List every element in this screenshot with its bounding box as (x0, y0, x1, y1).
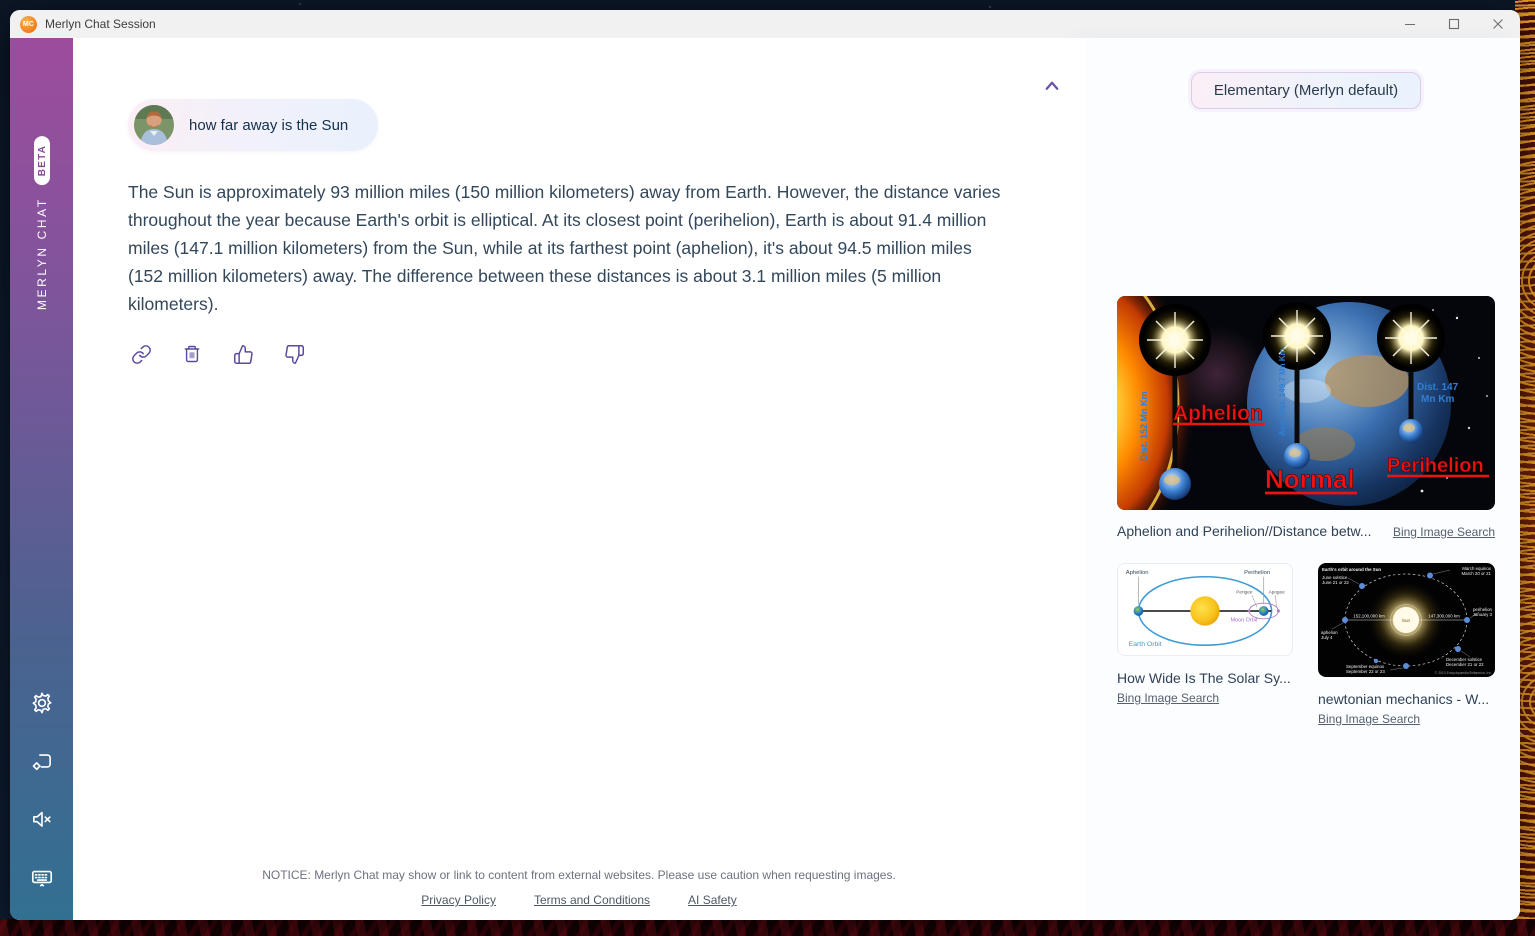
km-left-label: 152,100,000 km (1353, 614, 1385, 619)
km-right-label: 147,300,000 km (1428, 614, 1460, 619)
grade-level-button[interactable]: Elementary (Merlyn default) (1191, 72, 1421, 109)
keyboard-icon (29, 864, 55, 890)
collapse-button[interactable] (1039, 74, 1065, 96)
window-body: MERLYN CHAT BETA (10, 38, 1520, 920)
diagram-perihelion-label: Perihelion (1244, 570, 1270, 576)
march-equinox-date: March 20 or 21 (1461, 571, 1491, 576)
close-button[interactable] (1476, 10, 1520, 38)
sidebar: MERLYN CHAT BETA (10, 38, 73, 920)
speaker-muted-icon (29, 806, 55, 832)
image-column-britannica: Earth's orbit around the Sun March equin… (1318, 563, 1495, 726)
desktop-wallpaper-bottom (0, 919, 1535, 936)
trash-icon (182, 344, 202, 364)
aphelion-point-date: July 4 (1321, 635, 1333, 640)
screen-share-button[interactable] (22, 744, 62, 778)
aphelion-perihelion-image: Dist. 152 Mn Km Avg. Dist. 149.7 Mn Km D… (1117, 296, 1495, 510)
cast-diamond-icon (29, 748, 55, 774)
image-caption-1: Aphelion and Perihelion//Distance betw..… (1117, 523, 1372, 539)
ai-safety-link[interactable]: AI Safety (688, 893, 737, 907)
chat-footer: NOTICE: Merlyn Chat may show or link to … (73, 868, 1085, 907)
image-caption-3: newtonian mechanics - W... (1318, 691, 1495, 707)
terms-and-conditions-link[interactable]: Terms and Conditions (534, 893, 650, 907)
app-logo-icon: MC (20, 16, 37, 33)
image-column-orbit-diagram: Aphelion Perihelion Perigee Apogee Moon … (1117, 563, 1293, 705)
thumbs-down-icon (284, 344, 305, 365)
assistant-response: The Sun is approximately 93 million mile… (128, 178, 1008, 318)
window-title: Merlyn Chat Session (45, 17, 156, 31)
app-window: MC Merlyn Chat Session MERLYN CHAT BETA (10, 10, 1520, 920)
close-icon (1492, 18, 1504, 30)
copy-link-button[interactable] (128, 342, 154, 366)
settings-button[interactable] (22, 686, 62, 720)
caption-row-1: Aphelion and Perihelion//Distance betw..… (1117, 523, 1495, 539)
britannica-orbit-image: Earth's orbit around the Sun March equin… (1318, 563, 1495, 677)
bing-image-search-link-2[interactable]: Bing Image Search (1117, 691, 1219, 705)
bing-image-search-link-1[interactable]: Bing Image Search (1393, 525, 1495, 539)
user-avatar (134, 105, 174, 145)
mute-audio-button[interactable] (22, 802, 62, 836)
december-solstice-date: December 21 or 22 (1446, 662, 1484, 667)
maximize-button[interactable] (1432, 10, 1476, 38)
maximize-icon (1448, 18, 1460, 30)
dist-perihelion-label-1: Dist. 147 (1417, 382, 1459, 393)
chat-area: how far away is the Sun The Sun is appro… (73, 38, 1085, 920)
apogee-label: Apogee (1269, 589, 1286, 594)
normal-label: Normal (1265, 464, 1355, 494)
link-icon (131, 344, 152, 365)
september-equinox-date: September 22 or 23 (1346, 669, 1385, 674)
dist-aphelion-label: Dist. 152 Mn Km (1139, 391, 1149, 461)
diagram-aphelion-label: Aphelion (1126, 570, 1149, 576)
user-message-text: how far away is the Sun (189, 117, 348, 134)
perihelion-point-date: January 3 (1473, 612, 1493, 617)
britannica-credit: © 2010 Encyclopaedia Britannica, Inc. (1435, 671, 1492, 675)
perigee-label: Perigee (1236, 589, 1253, 594)
sidebar-icons (10, 686, 73, 894)
small-images-row: Aphelion Perihelion Perigee Apogee Moon … (1117, 563, 1495, 726)
minimize-button[interactable] (1388, 10, 1432, 38)
titlebar: MC Merlyn Chat Session (10, 10, 1520, 38)
moon-orbit-label: Moon Orbit (1230, 618, 1258, 624)
keyboard-button[interactable] (22, 860, 62, 894)
user-message-bubble: how far away is the Sun (128, 99, 378, 151)
brand-text: MERLYN CHAT (35, 197, 49, 310)
sidebar-brand: MERLYN CHAT BETA (34, 136, 50, 310)
minimize-icon (1404, 18, 1416, 30)
right-panel: Elementary (Merlyn default) (1085, 38, 1520, 920)
image-results: Dist. 152 Mn Km Avg. Dist. 149.7 Mn Km D… (1117, 296, 1495, 726)
privacy-policy-link[interactable]: Privacy Policy (421, 893, 496, 907)
delete-button[interactable] (179, 342, 205, 366)
earth-orbit-label: Earth Orbit (1129, 641, 1162, 648)
mode-selector-wrap: Elementary (Merlyn default) (1117, 72, 1495, 109)
beta-badge: BETA (34, 136, 50, 185)
gear-icon (29, 690, 55, 716)
thumbs-up-button[interactable] (230, 342, 256, 366)
response-actions (128, 342, 1085, 366)
dist-avg-label: Avg. Dist. 149.7 Mn Km (1278, 348, 1287, 436)
external-content-notice: NOTICE: Merlyn Chat may show or link to … (73, 868, 1085, 882)
image-result-aphelion-perihelion[interactable]: Dist. 152 Mn Km Avg. Dist. 149.7 Mn Km D… (1117, 296, 1495, 510)
thumbs-up-icon (233, 344, 254, 365)
sun-glyphs (1139, 302, 1445, 376)
image-result-earth-orbit-diagram[interactable]: Aphelion Perihelion Perigee Apogee Moon … (1117, 563, 1293, 656)
avatar-photo (134, 105, 174, 145)
earth-orbit-diagram-image: Aphelion Perihelion Perigee Apogee Moon … (1118, 564, 1292, 655)
britannica-title: Earth's orbit around the Sun (1322, 567, 1381, 572)
footer-links: Privacy Policy Terms and Conditions AI S… (73, 893, 1085, 907)
image-caption-2: How Wide Is The Solar Sy... (1117, 670, 1293, 686)
aphelion-label: Aphelion (1173, 402, 1263, 425)
image-result-newtonian-mechanics[interactable]: Earth's orbit around the Sun March equin… (1318, 563, 1495, 677)
sun-label: Sun (1402, 618, 1411, 623)
thumbs-down-button[interactable] (281, 342, 307, 366)
june-solstice-date: June 21 or 22 (1322, 580, 1349, 585)
chevron-up-icon (1043, 78, 1061, 92)
perihelion-label: Perihelion (1387, 455, 1484, 477)
bing-image-search-link-3[interactable]: Bing Image Search (1318, 712, 1420, 726)
dist-perihelion-label-2: Mn Km (1421, 394, 1454, 405)
